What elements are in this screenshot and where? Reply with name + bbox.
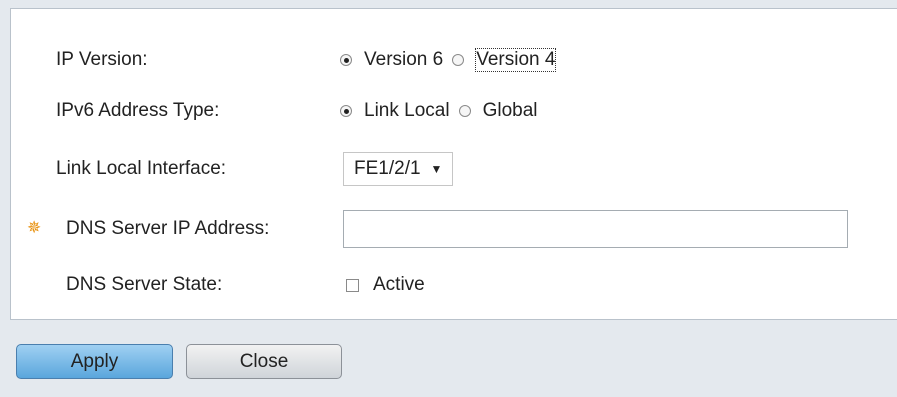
dns-server-state-control: Active xyxy=(340,274,434,296)
radio-global[interactable] xyxy=(458,105,471,117)
ip-version-options: Version 6 Version 4 xyxy=(340,48,564,72)
link-local-interface-label: Link Local Interface: xyxy=(56,158,227,179)
chevron-down-icon: ▼ xyxy=(430,162,443,176)
active-label[interactable]: Active xyxy=(373,274,425,296)
ipv6-address-type-label: IPv6 Address Type: xyxy=(56,100,220,121)
selected-interface: FE1/2/1 xyxy=(354,158,421,179)
active-checkbox[interactable] xyxy=(346,278,359,292)
ipv6-address-type-options: Link Local Global xyxy=(340,100,546,122)
close-button[interactable]: Close xyxy=(186,344,342,379)
radio-version-6[interactable] xyxy=(340,54,352,66)
dns-server-ip-label: DNS Server IP Address: xyxy=(66,218,270,239)
global-label[interactable]: Global xyxy=(483,100,538,122)
version-6-label[interactable]: Version 6 xyxy=(364,49,443,71)
link-local-interface-select[interactable]: FE1/2/1 ▼ xyxy=(343,152,454,186)
version-4-label[interactable]: Version 4 xyxy=(475,48,557,72)
dns-server-state-label: DNS Server State: xyxy=(66,274,223,295)
dns-server-ip-control xyxy=(343,210,848,248)
link-local-label[interactable]: Link Local xyxy=(364,100,450,122)
apply-button[interactable]: Apply xyxy=(16,344,173,379)
link-local-interface-control: FE1/2/1 ▼ xyxy=(343,152,454,186)
ip-version-label: IP Version: xyxy=(56,49,148,70)
radio-version-4[interactable] xyxy=(452,54,465,66)
required-icon: ✵ xyxy=(27,218,42,237)
radio-link-local[interactable] xyxy=(340,105,352,117)
dns-server-ip-input[interactable] xyxy=(343,210,848,248)
